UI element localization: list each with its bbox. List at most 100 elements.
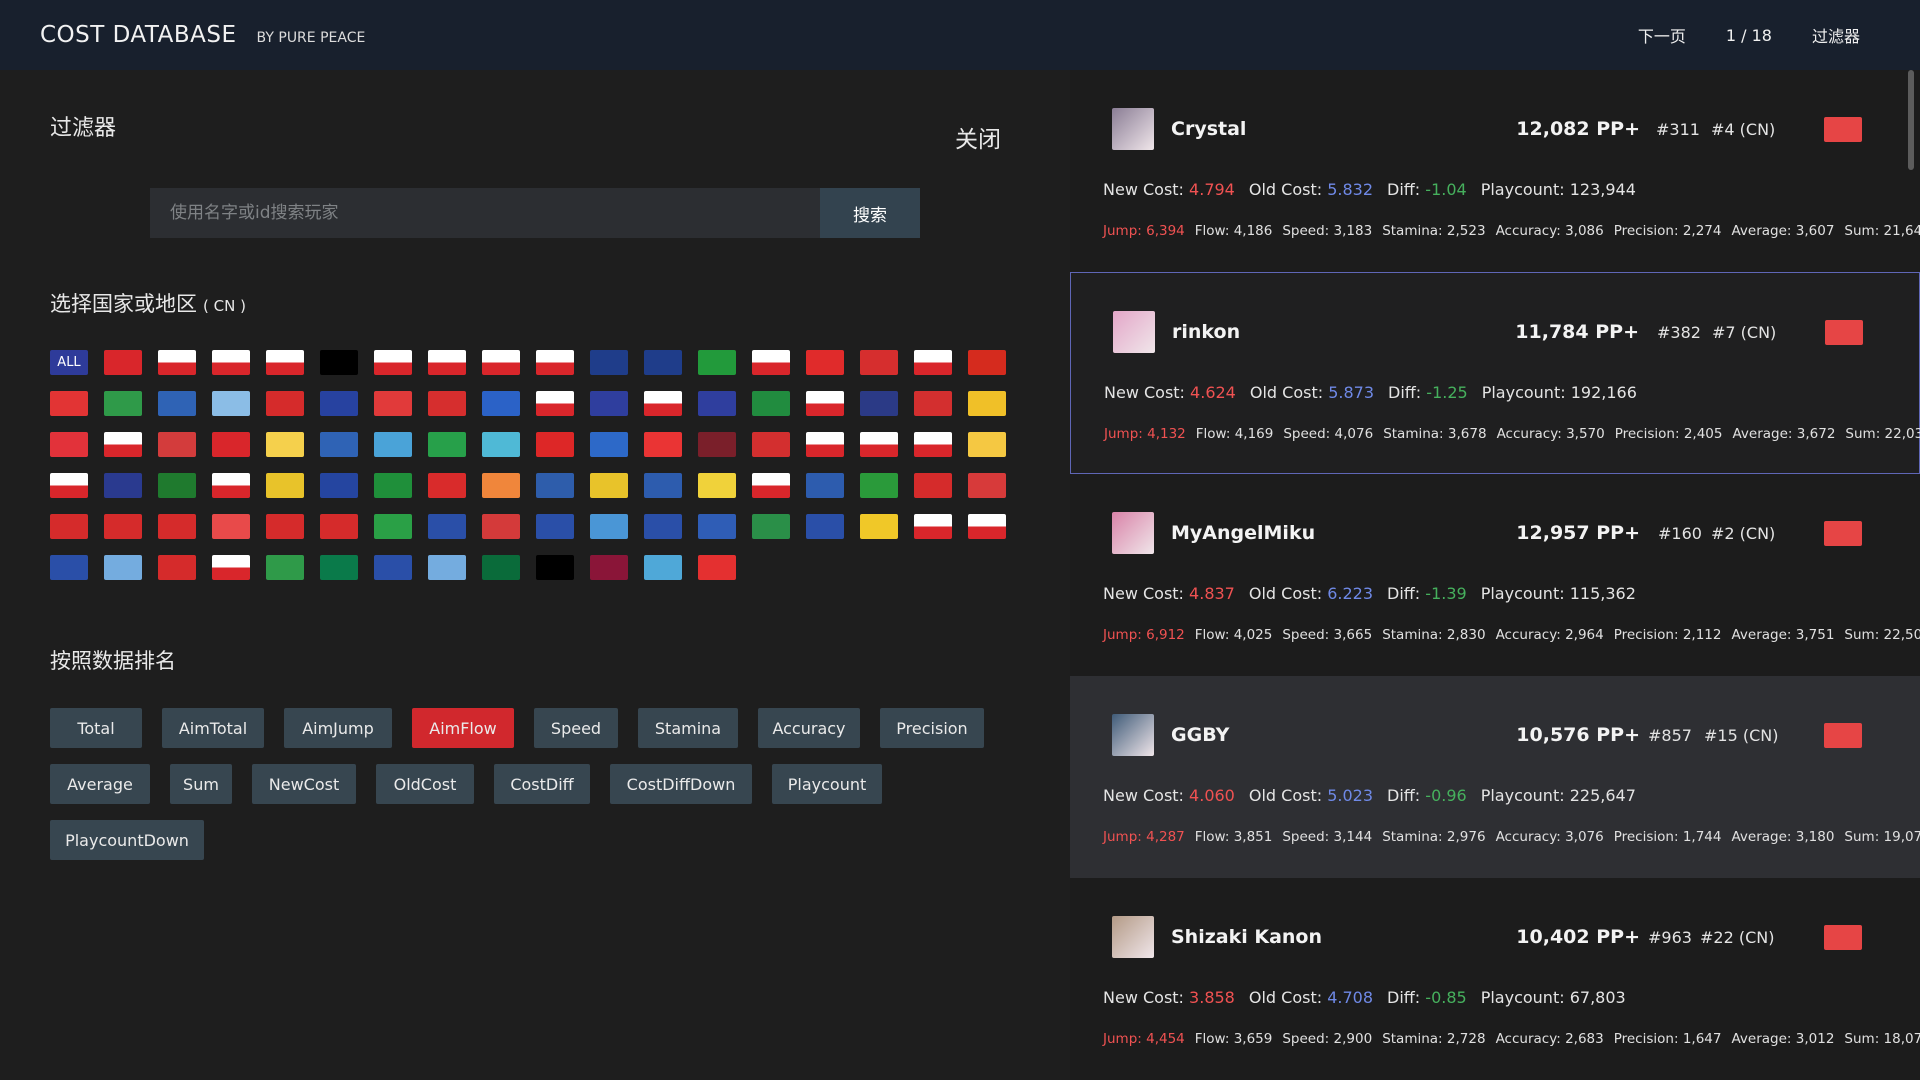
avatar[interactable]: [1112, 512, 1154, 554]
country-flag[interactable]: [482, 350, 520, 375]
country-flag[interactable]: [644, 391, 682, 416]
country-flag[interactable]: [482, 514, 520, 539]
country-flag[interactable]: [212, 555, 250, 580]
search-input[interactable]: [150, 188, 820, 238]
country-flag[interactable]: [590, 391, 628, 416]
rank-button-precision[interactable]: Precision: [880, 708, 984, 748]
brand-title[interactable]: COST DATABASE: [40, 22, 237, 48]
country-flag[interactable]: [374, 514, 412, 539]
country-flag[interactable]: [968, 391, 1006, 416]
rank-button-costdiffdown[interactable]: CostDiffDown: [610, 764, 752, 804]
brand[interactable]: COST DATABASE BY PURE PEACE: [40, 22, 365, 48]
avatar[interactable]: [1112, 108, 1154, 150]
country-flag[interactable]: [806, 473, 844, 498]
country-flag[interactable]: [158, 391, 196, 416]
country-flag[interactable]: [536, 432, 574, 457]
rank-button-aimjump[interactable]: AimJump: [284, 708, 392, 748]
country-flag[interactable]: [482, 473, 520, 498]
country-flag[interactable]: [320, 514, 358, 539]
country-flag[interactable]: [104, 391, 142, 416]
country-flag[interactable]: [806, 432, 844, 457]
country-flag[interactable]: [482, 391, 520, 416]
country-flag[interactable]: [104, 473, 142, 498]
rank-button-total[interactable]: Total: [50, 708, 142, 748]
rank-button-sum[interactable]: Sum: [170, 764, 232, 804]
rank-button-speed[interactable]: Speed: [534, 708, 618, 748]
rank-button-costdiff[interactable]: CostDiff: [494, 764, 590, 804]
rank-button-aimtotal[interactable]: AimTotal: [162, 708, 264, 748]
avatar[interactable]: [1112, 916, 1154, 958]
country-flag[interactable]: [212, 391, 250, 416]
country-flag[interactable]: [698, 391, 736, 416]
country-flag[interactable]: [968, 514, 1006, 539]
country-flag[interactable]: [860, 514, 898, 539]
rank-button-playcount[interactable]: Playcount: [772, 764, 882, 804]
country-flag[interactable]: [320, 555, 358, 580]
country-flag[interactable]: [104, 350, 142, 375]
country-flag[interactable]: [806, 350, 844, 375]
next-page-link[interactable]: 下一页: [1638, 23, 1686, 47]
search-button[interactable]: 搜索: [820, 188, 920, 238]
country-flag[interactable]: [320, 391, 358, 416]
player-card[interactable]: GGBY 10,576 PP+ #857 #15 (CN) New Cost: 4.06…: [1070, 676, 1920, 878]
player-card[interactable]: rinkon 11,784 PP+ #382 #7 (CN) New Cost: 4.6…: [1070, 272, 1920, 474]
country-flag[interactable]: [428, 473, 466, 498]
country-flag[interactable]: [158, 350, 196, 375]
country-flag[interactable]: [428, 350, 466, 375]
country-flag[interactable]: [320, 350, 358, 375]
country-flag[interactable]: [644, 514, 682, 539]
country-flag[interactable]: [590, 555, 628, 580]
avatar[interactable]: [1113, 311, 1155, 353]
country-flag[interactable]: [590, 514, 628, 539]
country-flag[interactable]: [698, 432, 736, 457]
player-card[interactable]: Crystal 12,082 PP+ #311 #4 (CN) New Cost: 4.…: [1070, 70, 1920, 272]
country-flag[interactable]: [590, 350, 628, 375]
country-flag[interactable]: [914, 391, 952, 416]
close-button[interactable]: 关闭: [955, 120, 1001, 154]
country-flag[interactable]: [428, 514, 466, 539]
country-flag[interactable]: [536, 555, 574, 580]
country-flag[interactable]: [644, 350, 682, 375]
filter-link[interactable]: 过滤器: [1812, 23, 1860, 47]
country-flag[interactable]: [698, 555, 736, 580]
country-flag[interactable]: [644, 432, 682, 457]
country-flag[interactable]: [698, 350, 736, 375]
country-flag[interactable]: [50, 514, 88, 539]
country-flag[interactable]: [968, 432, 1006, 457]
player-name[interactable]: MyAngelMiku: [1171, 522, 1315, 544]
country-flag[interactable]: [212, 350, 250, 375]
country-flag[interactable]: [50, 391, 88, 416]
country-flag[interactable]: [50, 555, 88, 580]
country-flag[interactable]: [968, 350, 1006, 375]
country-flag[interactable]: [320, 432, 358, 457]
country-flag[interactable]: [914, 432, 952, 457]
country-flag[interactable]: [806, 514, 844, 539]
player-name[interactable]: Crystal: [1171, 118, 1246, 140]
rank-button-average[interactable]: Average: [50, 764, 150, 804]
country-flag[interactable]: [266, 432, 304, 457]
rank-button-oldcost[interactable]: OldCost: [376, 764, 474, 804]
country-flag[interactable]: [752, 473, 790, 498]
country-flag[interactable]: [752, 391, 790, 416]
country-flag[interactable]: [482, 555, 520, 580]
country-flag[interactable]: [266, 514, 304, 539]
rank-button-playcountdown[interactable]: PlaycountDown: [50, 820, 204, 860]
country-flag[interactable]: [428, 432, 466, 457]
country-flag[interactable]: [104, 432, 142, 457]
country-flag[interactable]: [644, 473, 682, 498]
country-flag[interactable]: [374, 555, 412, 580]
country-flag[interactable]: [158, 555, 196, 580]
avatar[interactable]: [1112, 714, 1154, 756]
country-flag[interactable]: [590, 473, 628, 498]
country-flag[interactable]: [860, 473, 898, 498]
country-flag[interactable]: [860, 391, 898, 416]
country-flag[interactable]: [320, 473, 358, 498]
country-flag[interactable]: [50, 473, 88, 498]
player-name[interactable]: GGBY: [1171, 724, 1229, 746]
country-flag[interactable]: [644, 555, 682, 580]
country-flag[interactable]: [914, 514, 952, 539]
country-flag[interactable]: [428, 391, 466, 416]
country-flag[interactable]: [104, 514, 142, 539]
flag-all[interactable]: ALL: [50, 350, 88, 375]
player-name[interactable]: rinkon: [1172, 321, 1240, 343]
